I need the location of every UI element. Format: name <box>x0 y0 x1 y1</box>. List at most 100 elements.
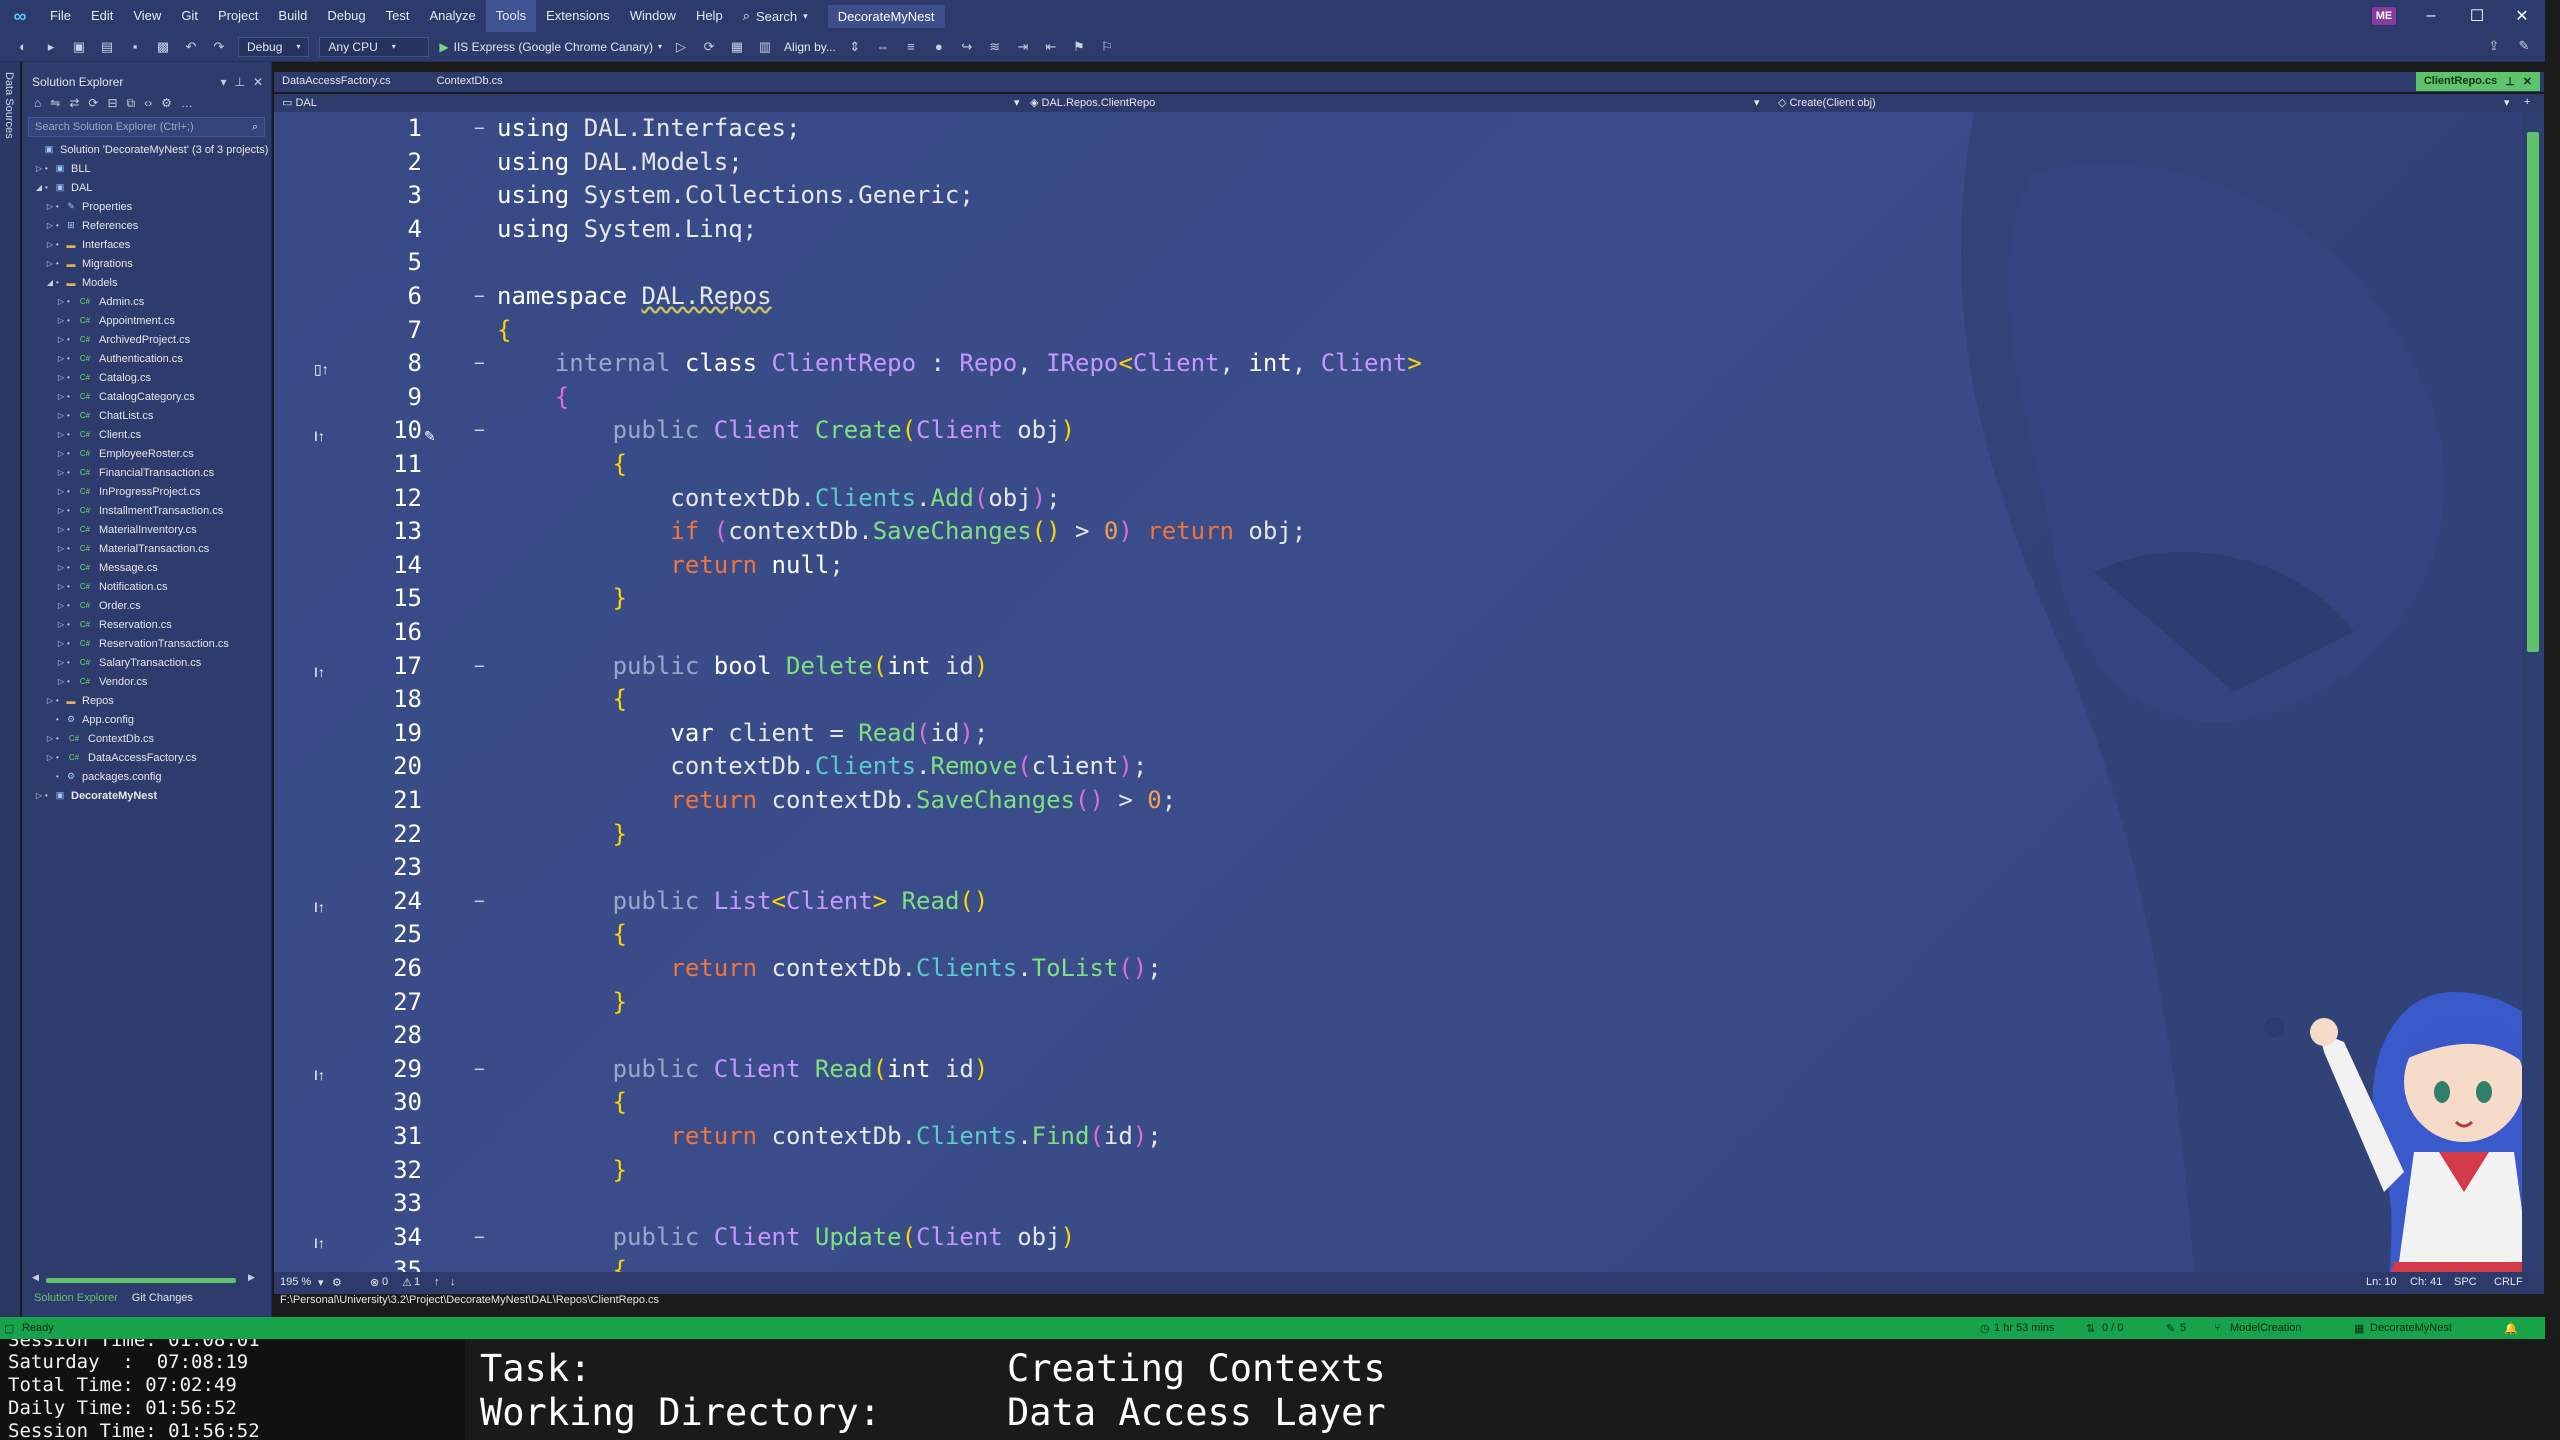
warning-icon[interactable]: ⚠ <box>402 1276 412 1289</box>
tree-item[interactable]: ▷ • ▬ Repos <box>22 691 271 710</box>
code-line[interactable]: 21 return contextDb.SaveChanges() > 0; <box>274 784 2274 817</box>
tree-item[interactable]: ◢ • ▬ Models <box>22 273 271 292</box>
code-line[interactable]: 27 } <box>274 986 2274 1019</box>
code-line[interactable]: 8 ▯↑ − internal class ClientRepo : Repo, I… <box>274 347 2274 380</box>
indent-mode[interactable]: SPC <box>2454 1276 2477 1288</box>
code-line[interactable]: 14 return null; <box>274 549 2274 582</box>
expand-arrow-icon[interactable]: ▷ <box>55 525 67 534</box>
align-icon[interactable]: ⇕ <box>846 39 864 55</box>
close-icon[interactable]: ✕ <box>253 75 263 89</box>
navigate-forward-icon[interactable]: ▸ <box>42 39 60 55</box>
chevron-down-icon[interactable]: ▾ <box>1754 96 1760 109</box>
code-line[interactable]: 30 { <box>274 1086 2274 1119</box>
collapse-arrow-icon[interactable]: ◢ <box>33 183 45 192</box>
expand-arrow-icon[interactable]: ▷ <box>33 164 45 173</box>
tree-item[interactable]: ▷ • C# Authentication.cs <box>22 349 271 368</box>
code-line[interactable]: 23 <box>274 851 2274 884</box>
code-text[interactable]: if (contextDb.SaveChanges() > 0) return … <box>497 515 1306 548</box>
expand-arrow-icon[interactable]: ▷ <box>55 582 67 591</box>
maximize-button[interactable]: ☐ <box>2454 0 2500 32</box>
platform-select[interactable]: Any CPU ▾ <box>319 36 430 57</box>
code-text[interactable]: } <box>497 582 627 615</box>
breakpoint-icon[interactable]: ● <box>930 39 948 55</box>
expand-arrow-icon[interactable]: ▷ <box>55 658 67 667</box>
split-editor-icon[interactable]: + <box>2524 96 2530 108</box>
code-line[interactable]: 9 { <box>274 381 2274 414</box>
tree-item[interactable]: ▷ • C# Reservation.cs <box>22 615 271 634</box>
code-line[interactable]: 22 } <box>274 818 2274 851</box>
fold-toggle-icon[interactable]: − <box>474 1053 485 1086</box>
code-text[interactable]: { <box>497 314 511 347</box>
tree-item[interactable]: ▷ • C# EmployeeRoster.cs <box>22 444 271 463</box>
expand-arrow-icon[interactable]: ▷ <box>55 449 67 458</box>
refresh-icon[interactable]: ⟳ <box>700 39 718 55</box>
view-code-icon[interactable]: ‹› <box>144 96 152 110</box>
code-text[interactable]: using System.Collections.Generic; <box>497 179 974 212</box>
code-text[interactable]: } <box>497 1154 627 1187</box>
tree-item[interactable]: ▷ • C# DataAccessFactory.cs <box>22 748 271 767</box>
error-icon[interactable]: ⊗ <box>370 1276 379 1289</box>
menu-extensions[interactable]: Extensions <box>536 0 620 32</box>
code-line[interactable]: 24 I↑ − public List<Client> Read() <box>274 885 2274 918</box>
browser-link-icon[interactable]: ▦ <box>728 39 746 55</box>
tree-item[interactable]: ▷ • C# CatalogCategory.cs <box>22 387 271 406</box>
tree-item[interactable]: ▷ • C# Notification.cs <box>22 577 271 596</box>
tree-item[interactable]: ▷ • C# Client.cs <box>22 425 271 444</box>
next-issue-icon[interactable]: ↓ <box>450 1276 456 1288</box>
solution-explorer-search-input[interactable]: Search Solution Explorer (Ctrl+;) ⌕ <box>28 117 265 137</box>
code-text[interactable]: { <box>497 918 627 951</box>
collapse-arrow-icon[interactable]: ◢ <box>44 278 56 287</box>
configuration-select[interactable]: Debug ▾ <box>238 36 310 57</box>
expand-arrow-icon[interactable]: ▷ <box>55 506 67 515</box>
notifications-icon[interactable]: 🔔 <box>2504 1322 2518 1335</box>
code-text[interactable]: internal class ClientRepo : Repo, IRepo<… <box>497 347 1422 380</box>
tree-item[interactable]: ▷ • C# ChatList.cs <box>22 406 271 425</box>
tree-item[interactable]: ▣ Solution 'DecorateMyNest' (3 of 3 proje… <box>22 140 271 159</box>
menu-project[interactable]: Project <box>208 0 268 32</box>
distribute-icon[interactable]: ⇔ <box>874 39 892 55</box>
tree-item[interactable]: ▷ • C# MaterialTransaction.cs <box>22 539 271 558</box>
data-sources-strip[interactable]: Data Sources <box>0 62 20 1317</box>
tree-item[interactable]: ▷ • C# Message.cs <box>22 558 271 577</box>
tab-clientrepo[interactable]: ClientRepo.cs ⊥ ✕ <box>2415 72 2540 91</box>
menu-window[interactable]: Window <box>620 0 686 32</box>
column-number[interactable]: Ch: 41 <box>2410 1276 2442 1288</box>
comment-icon[interactable]: ≋ <box>986 39 1004 55</box>
code-cleanup-icon[interactable]: ⚙ <box>332 1276 342 1289</box>
code-text[interactable]: { <box>497 683 627 716</box>
expand-arrow-icon[interactable]: ▷ <box>55 316 67 325</box>
scroll-left-icon[interactable]: ◀ <box>32 1272 39 1283</box>
expand-arrow-icon[interactable]: ▷ <box>55 601 67 610</box>
tree-item[interactable]: ▷ • C# ArchivedProject.cs <box>22 330 271 349</box>
fold-toggle-icon[interactable]: − <box>474 1221 485 1254</box>
expand-arrow-icon[interactable]: ▷ <box>44 202 56 211</box>
panel-menu-icon[interactable]: ▾ <box>220 75 226 89</box>
code-line[interactable]: 33 <box>274 1187 2274 1220</box>
expand-arrow-icon[interactable]: ▷ <box>55 677 67 686</box>
menu-help[interactable]: Help <box>686 0 733 32</box>
expand-arrow-icon[interactable]: ▷ <box>55 335 67 344</box>
code-line[interactable]: 35 { <box>274 1254 2274 1272</box>
code-editor[interactable]: 1− using DAL.Interfaces; 2 using DAL.Models… <box>274 112 2526 1272</box>
expand-arrow-icon[interactable]: ▷ <box>55 639 67 648</box>
expand-arrow-icon[interactable]: ▷ <box>55 297 67 306</box>
redo-icon[interactable]: ↷ <box>210 39 228 55</box>
tree-item[interactable]: • ⚙ packages.config <box>22 767 271 786</box>
bookmark-next-icon[interactable]: ⚐ <box>1098 39 1116 55</box>
code-text[interactable]: public List<Client> Read() <box>497 885 989 918</box>
code-text[interactable]: { <box>497 1086 627 1119</box>
code-line[interactable]: 2 using DAL.Models; <box>274 146 2274 179</box>
menu-edit[interactable]: Edit <box>81 0 123 32</box>
expand-arrow-icon[interactable]: ▷ <box>44 734 56 743</box>
tree-item[interactable]: ▷ • C# FinancialTransaction.cs <box>22 463 271 482</box>
menu-tools[interactable]: Tools <box>485 0 537 32</box>
code-text[interactable]: { <box>497 448 627 481</box>
tree-item[interactable]: ▷ • ✎ Properties <box>22 197 271 216</box>
expand-arrow-icon[interactable]: ▷ <box>55 563 67 572</box>
code-line[interactable]: 4 using System.Linq; <box>274 213 2274 246</box>
tree-item[interactable]: ▷ • C# SalaryTransaction.cs <box>22 653 271 672</box>
code-line[interactable]: 11 { <box>274 448 2274 481</box>
code-line[interactable]: 16 <box>274 616 2274 649</box>
tree-item[interactable]: ▷ • C# MaterialInventory.cs <box>22 520 271 539</box>
navigate-back-icon[interactable]: ◐ <box>14 39 32 55</box>
